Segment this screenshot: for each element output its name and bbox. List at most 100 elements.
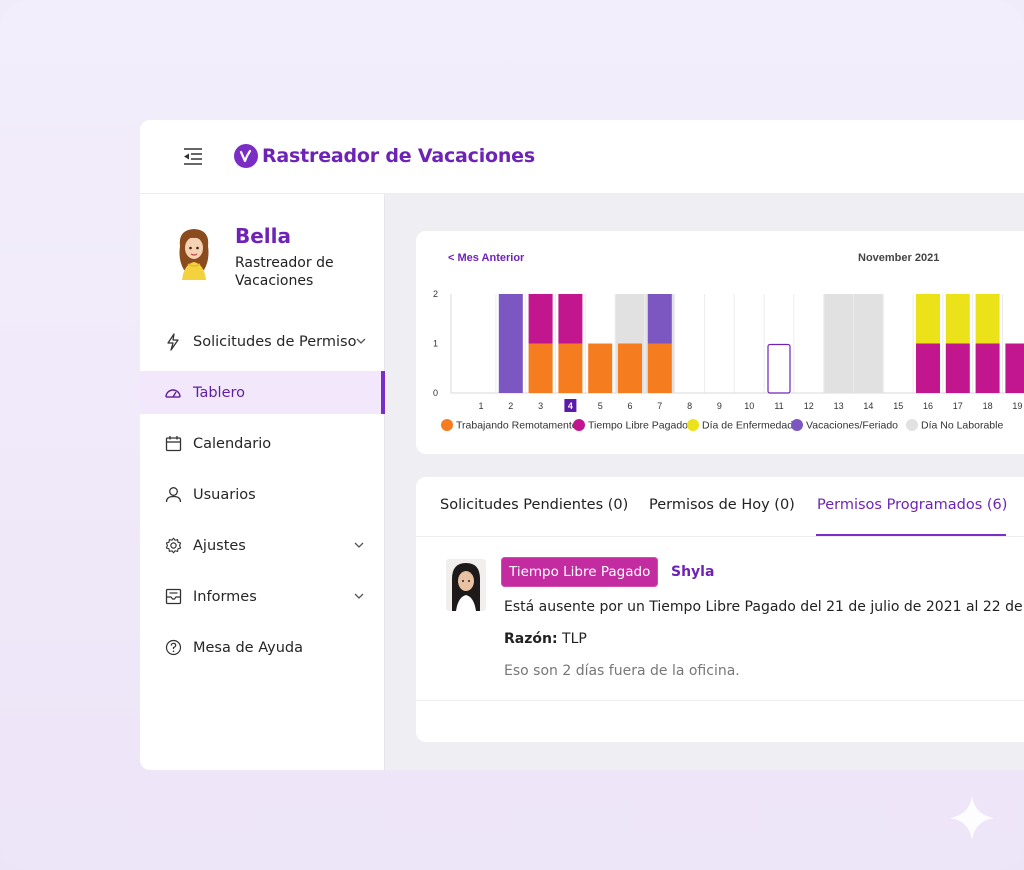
legend-swatch [441,419,453,431]
bar-7-vacaciones-feriado [647,294,672,344]
y-tick-label: 0 [433,388,438,398]
sidebar-item-tablero[interactable]: Tablero [140,371,385,414]
user-profile: Bella Rastreador de Vacaciones [170,224,355,290]
tab-solicitudes-pendientes[interactable]: Solicitudes Pendientes (0) [440,497,628,513]
x-tick-label: 13 [834,401,844,411]
x-tick-label: 16 [923,401,933,411]
help-icon [164,639,182,657]
bar-4-tiempo-libre-pagado [558,294,583,344]
x-tick-label: 6 [627,401,632,411]
sparkle-icon [948,794,996,842]
bar-16-d-a-de-enfermedad [916,294,940,344]
x-tick-label: 9 [717,401,722,411]
y-tick-label: 2 [433,289,438,299]
legend-label: Día de Enfermedad [702,420,793,432]
sidebar: Bella Rastreador de Vacaciones Solicitud… [140,194,385,770]
x-tick-label: 7 [657,401,662,411]
x-tick-label: 8 [687,401,692,411]
tab-permisos-programados[interactable]: Permisos Programados (6) [817,497,1007,513]
leave-list-item: Tiempo Libre Pagado Shyla Está ausente p… [416,537,1024,702]
background-frame: Rastreador de Vacaciones Bella Rastreado… [0,0,1024,870]
y-tick-label: 1 [433,339,438,349]
bar-17-tiempo-libre-pagado [945,343,970,393]
sidebar-item-label: Tablero [193,384,246,401]
legend-label: Trabajando Remotamente [456,420,578,432]
legend-swatch [791,419,803,431]
x-tick-label: 10 [744,401,754,411]
leave-user-link[interactable]: Shyla [671,564,714,580]
profile-name: Bella [235,224,292,248]
bar-14-no-laborable [854,294,883,393]
bar-18-tiempo-libre-pagado [975,343,1000,393]
bar-16-tiempo-libre-pagado [916,343,940,393]
chevron-down-icon[interactable] [355,335,367,347]
bar-3-tiempo-libre-pagado [528,294,553,344]
leave-days-text: Eso son 2 días fuera de la oficina. [504,663,740,679]
bar-3-trabajando-remotamente [528,343,553,393]
x-tick-label: 11 [774,401,783,411]
collapse-menu-icon[interactable] [182,147,204,167]
sidebar-item-label: Calendario [193,435,272,452]
user-icon [164,486,182,504]
sidebar-item-informes[interactable]: Informes [140,575,385,618]
chevron-down-icon[interactable] [353,539,365,551]
sidebar-item-label: Usuarios [193,486,256,503]
bar-6-trabajando-remotamente [618,343,642,393]
leave-type-badge: Tiempo Libre Pagado [501,557,659,587]
chevron-down-icon[interactable] [353,590,365,602]
leave-description: Está ausente por un Tiempo Libre Pagado … [504,599,1024,615]
sidebar-item-label: Ajustes [193,537,246,554]
sidebar-nav: Solicitudes de Permiso Tablero Calendari… [140,320,385,677]
lightning-icon [164,332,182,351]
reason-label: Razón: [504,631,558,647]
x-tick-label: 1 [478,401,483,411]
x-tick-label: 12 [804,401,814,411]
calendar-icon [164,435,182,453]
bar-5-trabajando-remotamente [588,343,613,393]
x-tick-label: 3 [538,401,543,411]
x-tick-label: 15 [893,401,903,411]
reason-value: TLP [562,631,587,647]
app-window: Rastreador de Vacaciones Bella Rastreado… [140,120,1024,770]
sidebar-item-solicitudes[interactable]: Solicitudes de Permiso [140,320,385,363]
bar-13-no-laborable [824,294,853,393]
report-icon [164,588,182,606]
brand[interactable]: Rastreador de Vacaciones [234,144,535,168]
leave-requests-card: Solicitudes Pendientes (0) Permisos de H… [416,477,1024,742]
x-tick-label: 2 [508,401,513,411]
sidebar-item-label: Solicitudes de Permiso [193,333,357,350]
bar-18-d-a-de-enfermedad [975,294,1000,344]
profile-role: Rastreador de Vacaciones [235,255,334,289]
x-tick-label: 17 [953,401,963,411]
x-tick-label: 5 [598,401,603,411]
legend-swatch [687,419,699,431]
sidebar-item-label: Mesa de Ayuda [193,639,304,656]
sidebar-item-calendario[interactable]: Calendario [140,422,385,465]
x-tick-label: 18 [983,401,993,411]
legend-swatch [573,419,585,431]
avatar [446,559,486,611]
leave-reason: Razón: TLP [504,631,587,647]
sidebar-item-mesa-de-ayuda[interactable]: Mesa de Ayuda [140,626,385,669]
leave-chart: 0121 2 3 4 5 6 7 8 9 10 11 12 13 14 15 16 17 18 19Trabajan… [433,289,1024,432]
main-content: < Mes Anterior November 2021 01212345678… [385,194,1024,770]
legend-label: Día No Laborable [921,420,1003,432]
sidebar-item-label: Informes [193,588,257,605]
x-tick-label: 14 [863,401,873,411]
bar-17-d-a-de-enfermedad [945,294,970,344]
legend-label: Tiempo Libre Pagado [588,420,688,432]
bar-7-trabajando-remotamente [647,343,672,393]
top-bar: Rastreador de Vacaciones [140,120,1024,194]
bar-2-vacaciones-feriado [498,294,523,393]
tab-permisos-de-hoy[interactable]: Permisos de Hoy (0) [649,497,795,513]
sidebar-item-usuarios[interactable]: Usuarios [140,473,385,516]
leave-tabs: Solicitudes Pendientes (0) Permisos de H… [416,477,1024,536]
bar-4-trabajando-remotamente [558,343,583,393]
outlined-day-marker [767,343,791,394]
legend-label: Vacaciones/Feriado [806,420,898,432]
avatar [170,224,218,280]
sidebar-item-ajustes[interactable]: Ajustes [140,524,385,567]
x-tick-label: 19 [1012,401,1022,411]
legend-swatch [906,419,918,431]
brand-logo-icon [234,144,258,168]
